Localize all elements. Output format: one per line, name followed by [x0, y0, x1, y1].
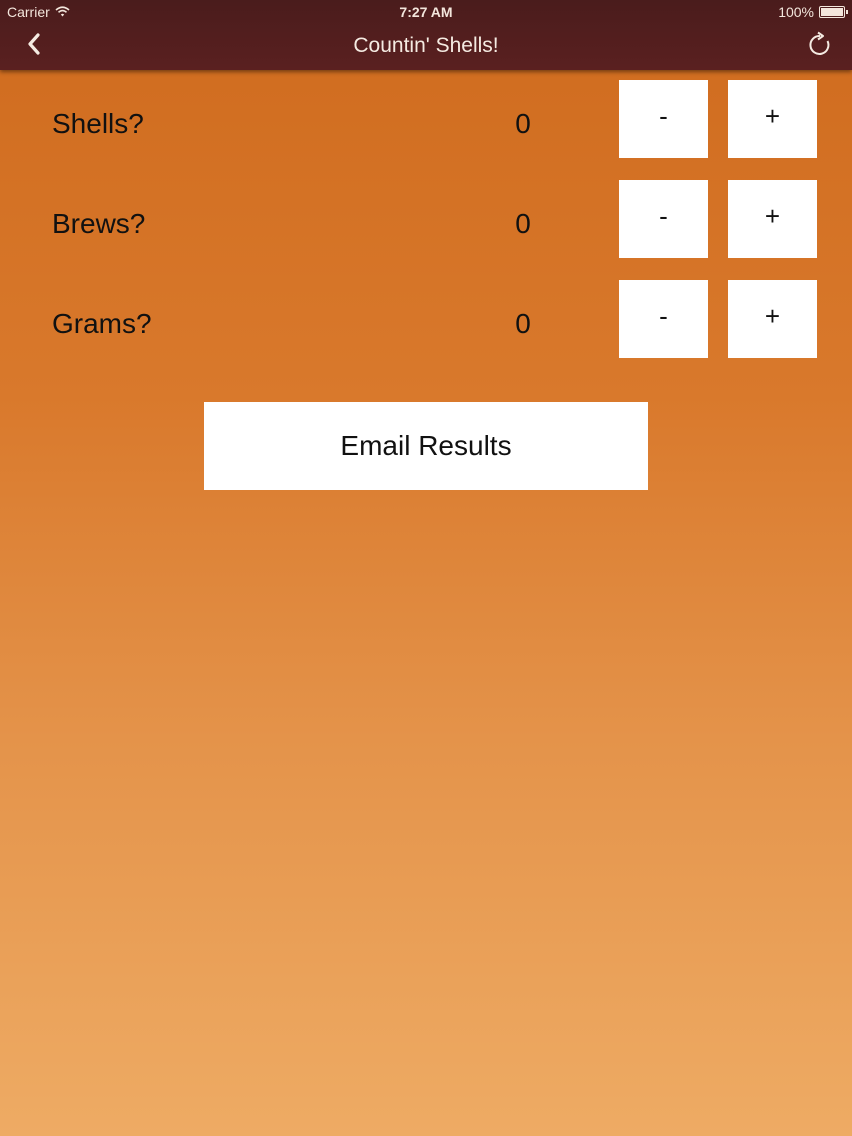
increment-button[interactable]: +: [728, 180, 817, 258]
battery-percent: 100%: [778, 4, 814, 20]
status-battery: 100%: [778, 4, 848, 20]
top-bar: Carrier 7:27 AM 100% Countin' Shells!: [0, 0, 852, 70]
counter-value: 0: [515, 208, 531, 239]
counter-value: 0: [515, 108, 531, 139]
status-time: 7:27 AM: [399, 4, 453, 20]
counter-label: Brews?: [52, 208, 146, 239]
decrement-button[interactable]: -: [619, 280, 708, 358]
battery-icon: [819, 6, 848, 18]
counter-row-brews: Brews? 0 - +: [0, 180, 852, 258]
decrement-button[interactable]: -: [619, 80, 708, 158]
counter-value: 0: [515, 308, 531, 339]
nav-bar: Countin' Shells!: [0, 22, 852, 70]
status-bar: Carrier 7:27 AM 100%: [0, 0, 852, 24]
refresh-icon: [807, 31, 833, 62]
decrement-button[interactable]: -: [619, 180, 708, 258]
increment-button[interactable]: +: [728, 280, 817, 358]
email-results-button[interactable]: Email Results: [204, 402, 648, 490]
counter-label: Grams?: [52, 308, 152, 339]
page-title: Countin' Shells!: [353, 34, 499, 57]
increment-button[interactable]: +: [728, 80, 817, 158]
refresh-button[interactable]: [804, 30, 836, 62]
counter-label: Shells?: [52, 108, 144, 139]
counter-row-grams: Grams? 0 - +: [0, 280, 852, 358]
counter-row-shells: Shells? 0 - +: [0, 80, 852, 158]
